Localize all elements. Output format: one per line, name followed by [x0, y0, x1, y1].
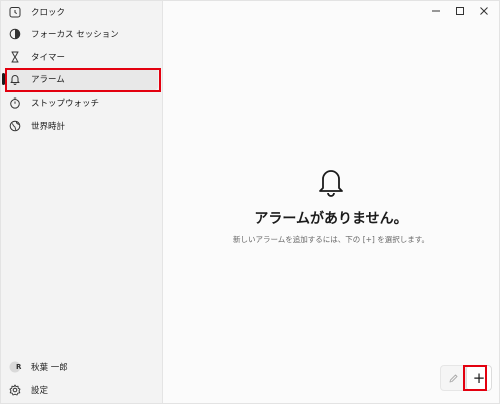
- sidebar-item-label: ストップウォッチ: [31, 99, 100, 109]
- sidebar-item-clock[interactable]: クロック: [5, 1, 158, 23]
- add-alarm-button[interactable]: +: [466, 365, 492, 391]
- close-button[interactable]: [471, 1, 497, 21]
- sidebar-item-alarm[interactable]: アラーム: [2, 68, 158, 90]
- sidebar-item-label: 世界時計: [31, 122, 66, 132]
- main-panel: アラームがありません。 新しいアラームを追加するには、下の [+] を選択します…: [163, 1, 499, 403]
- maximize-icon: [456, 7, 464, 15]
- avatar-initial: R: [16, 363, 22, 371]
- avatar: R: [8, 360, 22, 374]
- sidebar-item-label: 設定: [31, 386, 49, 396]
- bell-icon: [319, 170, 343, 197]
- clock-app-window: クロック フォーカス セッション タイマー アラーム ストップウォッチ 世界時計…: [0, 0, 500, 404]
- sidebar-item-label: アラーム: [31, 75, 65, 85]
- sidebar-item-settings[interactable]: 設定: [5, 379, 158, 401]
- focus-icon: [8, 27, 22, 41]
- globe-icon: [8, 119, 22, 133]
- sidebar-item-focus-session[interactable]: フォーカス セッション: [5, 23, 158, 45]
- empty-state-subtitle: 新しいアラームを追加するには、下の [+] を選択します。: [233, 235, 429, 244]
- close-icon: [480, 7, 488, 15]
- minimize-icon: [432, 10, 440, 12]
- sidebar-item-label: タイマー: [31, 53, 66, 63]
- account-button[interactable]: R 秋葉 一郎: [5, 356, 158, 378]
- hourglass-icon: [8, 50, 22, 64]
- pencil-icon: [449, 374, 457, 382]
- sidebar-item-label: フォーカス セッション: [31, 30, 119, 40]
- empty-state-title: アラームがありません。: [254, 211, 408, 227]
- stopwatch-icon: [8, 96, 22, 110]
- minimize-button[interactable]: [423, 1, 449, 21]
- sidebar: クロック フォーカス セッション タイマー アラーム ストップウォッチ 世界時計…: [1, 1, 163, 403]
- edit-alarms-button[interactable]: [440, 365, 466, 391]
- sidebar-item-label: クロック: [31, 8, 66, 18]
- plus-icon: +: [472, 368, 486, 387]
- selection-indicator: [2, 73, 5, 85]
- sidebar-item-timer[interactable]: タイマー: [5, 46, 158, 68]
- sidebar-item-world-clock[interactable]: 世界時計: [5, 115, 158, 137]
- account-name: 秋葉 一郎: [31, 363, 68, 373]
- sidebar-item-stopwatch[interactable]: ストップウォッチ: [5, 92, 158, 114]
- bell-icon: [8, 72, 22, 86]
- gear-icon: [8, 383, 22, 397]
- maximize-button[interactable]: [447, 1, 473, 21]
- clock-icon: [8, 5, 22, 19]
